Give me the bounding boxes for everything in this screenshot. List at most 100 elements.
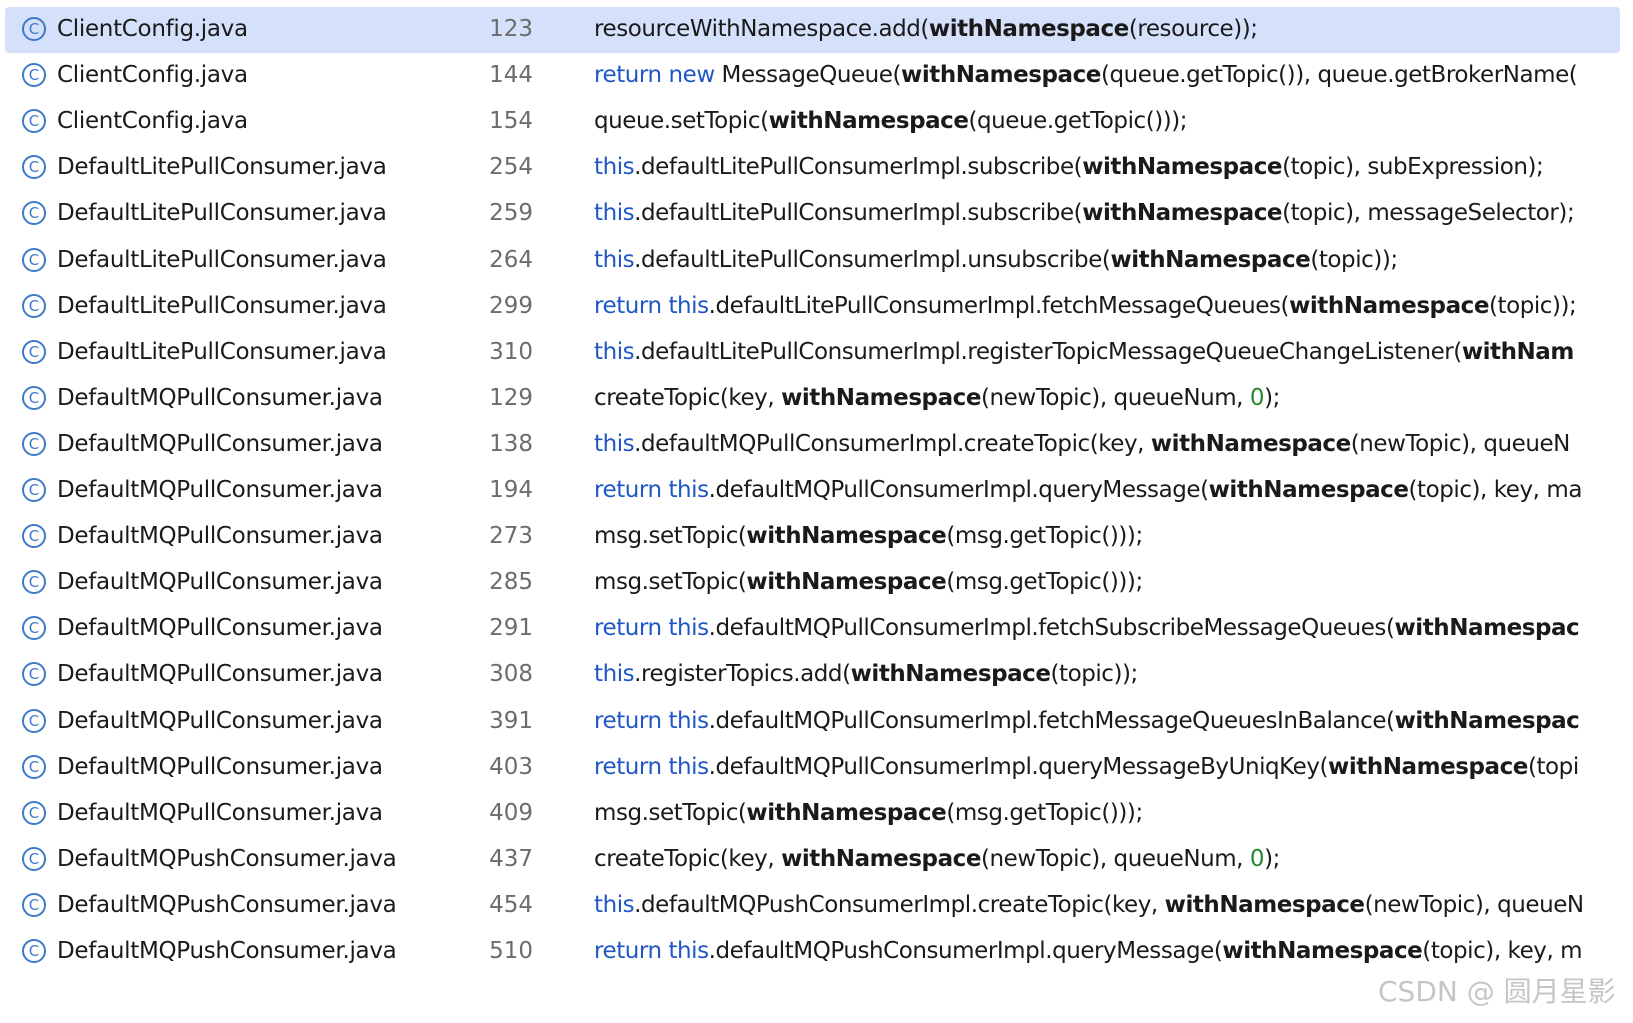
code-keyword: return this [594, 292, 709, 319]
usage-result-row[interactable]: C DefaultLitePullConsumer.java 310 this.def… [0, 331, 1633, 377]
usage-result-row[interactable]: C DefaultMQPullConsumer.java 391 return thi… [0, 700, 1633, 746]
code-highlight: withNamespace [781, 845, 981, 872]
code-text: (newTopic), queueNum, [980, 845, 1250, 872]
file-name: DefaultLitePullConsumer.java [57, 292, 387, 319]
usage-result-row[interactable]: C DefaultMQPushConsumer.java 437 createTopi… [0, 838, 1633, 884]
code-snippet: this.registerTopics.add(withNamespace(to… [594, 659, 1604, 689]
java-class-icon: C [22, 662, 46, 687]
line-number: 510 [489, 938, 533, 964]
code-text: .defaultMQPushConsumerImpl.queryMessage( [708, 938, 1223, 964]
file-name: DefaultLitePullConsumer.java [57, 154, 387, 181]
code-text: msg.setTopic( [594, 799, 747, 826]
line-number: 437 [489, 845, 533, 872]
usage-result-row[interactable]: C DefaultMQPushConsumer.java 510 return thi… [0, 930, 1633, 976]
find-usages-results-list: C ClientConfig.java 123 resourceWithNamespa… [0, 0, 1633, 1023]
file-name: DefaultMQPullConsumer.java [57, 384, 383, 411]
file-name: DefaultLitePullConsumer.java [57, 200, 387, 227]
code-highlight: withNamespace [1222, 938, 1423, 964]
code-text: .defaultLitePullConsumerImpl.subscribe( [634, 154, 1083, 181]
code-text: (topic), messageSelector); [1282, 200, 1575, 227]
code-snippet: return this.defaultMQPullConsumerImpl.fe… [594, 706, 1604, 736]
usage-result-row[interactable]: C DefaultMQPullConsumer.java 285 msg.setTop… [0, 561, 1633, 607]
code-text: (msg.getTopic())); [946, 569, 1143, 596]
line-number: 454 [489, 891, 533, 918]
code-text: msg.setTopic( [594, 523, 747, 550]
java-class-icon: C [22, 616, 46, 641]
file-name: DefaultMQPushConsumer.java [57, 845, 397, 872]
usage-result-row[interactable]: C DefaultLitePullConsumer.java 299 return t… [0, 285, 1633, 331]
usage-result-row[interactable]: C DefaultMQPullConsumer.java 308 this.regis… [0, 653, 1633, 699]
code-text: (resource)); [1128, 16, 1258, 42]
line-number: 308 [489, 661, 533, 688]
java-class-icon: C [22, 524, 46, 549]
usage-result-row[interactable]: C DefaultLitePullConsumer.java 259 this.def… [0, 192, 1633, 238]
line-number: 259 [489, 200, 533, 227]
java-class-icon: C [22, 385, 46, 410]
usage-result-row[interactable]: C DefaultLitePullConsumer.java 254 this.def… [0, 146, 1633, 192]
line-number: 391 [489, 707, 533, 734]
code-text: .defaultMQPullConsumerImpl.fetchSubscrib… [708, 615, 1395, 642]
file-name: DefaultMQPushConsumer.java [57, 938, 397, 964]
code-keyword: this [594, 661, 635, 688]
watermark: CSDN @ 圆月星影 [1378, 975, 1616, 1008]
usage-result-row[interactable]: C ClientConfig.java 144 return new MessageQ… [0, 54, 1633, 100]
file-name: ClientConfig.java [57, 62, 248, 89]
code-keyword: return this [594, 938, 709, 964]
code-snippet: this.defaultMQPushConsumerImpl.createTop… [594, 890, 1604, 920]
java-class-icon: C [22, 155, 46, 180]
code-snippet: msg.setTopic(withNamespace(msg.getTopic(… [594, 567, 1604, 597]
line-number: 154 [489, 108, 533, 135]
code-text: (topi [1527, 753, 1579, 780]
code-text: (topic)); [1488, 292, 1577, 319]
code-highlight: withNamespace [1164, 891, 1365, 918]
code-snippet: this.defaultLitePullConsumerImpl.subscri… [594, 152, 1604, 182]
line-number: 310 [489, 338, 533, 365]
code-text: .defaultMQPullConsumerImpl.createTopic(k… [634, 430, 1151, 457]
code-keyword: return this [594, 615, 709, 642]
usage-result-row[interactable]: C DefaultMQPullConsumer.java 273 msg.setTop… [0, 515, 1633, 561]
code-highlight: withNamespace [746, 569, 947, 596]
code-snippet: return this.defaultMQPushConsumerImpl.qu… [594, 936, 1604, 966]
java-class-icon: C [22, 339, 46, 364]
code-snippet: return this.defaultMQPullConsumerImpl.fe… [594, 613, 1604, 643]
code-text: .defaultMQPullConsumerImpl.fetchMessageQ… [708, 707, 1395, 734]
code-snippet: return this.defaultMQPullConsumerImpl.qu… [594, 475, 1604, 505]
usage-result-row[interactable]: C ClientConfig.java 154 queue.setTopic(with… [0, 100, 1633, 146]
line-number: 299 [489, 292, 533, 319]
code-highlight: withNamespace [1110, 246, 1311, 273]
java-class-icon: C [22, 431, 46, 456]
usage-result-row[interactable]: C DefaultMQPullConsumer.java 138 this.defau… [0, 423, 1633, 469]
code-text: .defaultMQPushConsumerImpl.createTopic(k… [634, 891, 1165, 918]
file-name: DefaultMQPullConsumer.java [57, 430, 383, 457]
code-number: 0 [1249, 384, 1265, 411]
usage-result-row[interactable]: C DefaultMQPullConsumer.java 291 return thi… [0, 607, 1633, 653]
usage-result-row[interactable]: C DefaultMQPushConsumer.java 454 this.defau… [0, 884, 1633, 930]
file-name: DefaultMQPullConsumer.java [57, 661, 383, 688]
usage-result-row[interactable]: C DefaultMQPullConsumer.java 129 createTopi… [0, 377, 1633, 423]
code-text: resourceWithNamespace.add( [594, 16, 929, 42]
code-snippet: this.defaultLitePullConsumerImpl.registe… [594, 337, 1604, 367]
line-number: 264 [489, 246, 533, 273]
java-class-icon: C [22, 892, 46, 917]
code-number: 0 [1249, 845, 1265, 872]
usage-result-row[interactable]: C DefaultMQPullConsumer.java 403 return thi… [0, 746, 1633, 792]
line-number: 194 [489, 477, 533, 503]
java-class-icon: C [22, 17, 46, 41]
code-highlight: withNamespac [1394, 615, 1580, 642]
code-text: (newTopic), queueNum, [980, 384, 1250, 411]
code-snippet: msg.setTopic(withNamespace(msg.getTopic(… [594, 521, 1604, 551]
code-snippet: this.defaultLitePullConsumerImpl.unsubsc… [594, 245, 1604, 275]
java-class-icon: C [22, 63, 46, 88]
usage-result-row[interactable]: C DefaultMQPullConsumer.java 194 return thi… [0, 469, 1633, 515]
code-snippet: return new MessageQueue(withNamespace(qu… [594, 60, 1604, 90]
code-highlight: withNamespace [1082, 154, 1283, 181]
usage-result-row[interactable]: C ClientConfig.java 123 resourceWithNamespa… [0, 7, 1633, 54]
code-snippet: this.defaultLitePullConsumerImpl.subscri… [594, 198, 1604, 228]
code-keyword: this [594, 891, 635, 918]
java-class-icon: C [22, 754, 46, 779]
usage-result-row[interactable]: C DefaultMQPullConsumer.java 409 msg.setTop… [0, 792, 1633, 838]
code-text: .defaultMQPullConsumerImpl.queryMessageB… [708, 753, 1329, 780]
usage-result-row[interactable]: C DefaultLitePullConsumer.java 264 this.def… [0, 239, 1633, 285]
line-number: 123 [489, 16, 533, 42]
code-text: .defaultLitePullConsumerImpl.fetchMessag… [708, 292, 1290, 319]
